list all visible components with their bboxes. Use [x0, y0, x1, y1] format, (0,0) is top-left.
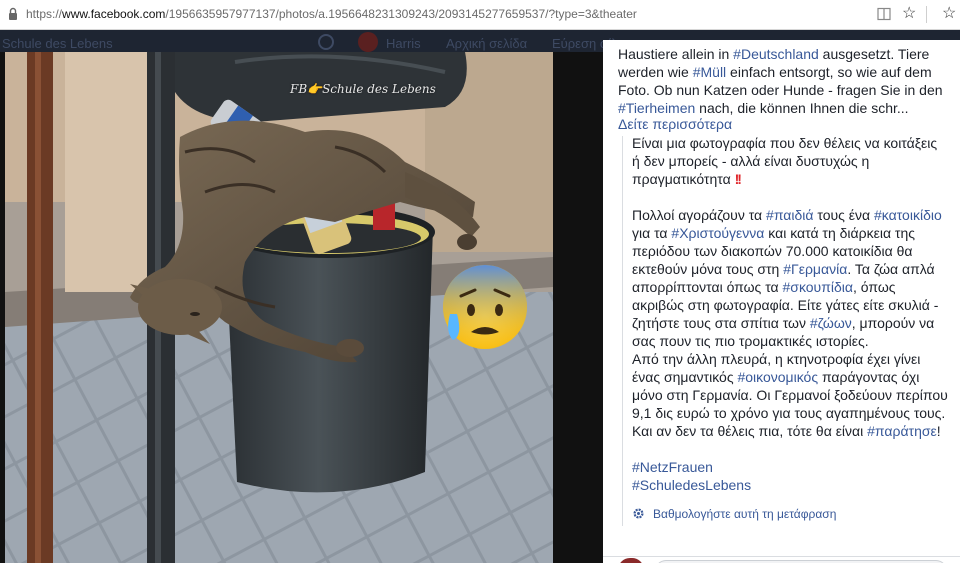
avatar: [358, 32, 378, 52]
avatar: [618, 558, 644, 563]
hashtag-link[interactable]: #Deutschland: [733, 46, 819, 62]
post-text: Πολλοί αγοράζουν τα: [632, 207, 767, 223]
gear-icon: [633, 508, 644, 519]
post-line: werden wie #Müll einfach entsorgt, so wi…: [618, 63, 953, 81]
favorites-icon[interactable]: ☆: [942, 4, 956, 24]
url-prefix: https://: [26, 7, 63, 21]
post-line: Foto. Ob nun Katzen oder Hunde - fragen …: [618, 82, 943, 98]
nav-home[interactable]: Αρχική σελίδα: [446, 36, 527, 51]
post-text: nach, die können Ihnen die schr...: [695, 100, 909, 116]
photo[interactable]: FB👉Schule des Lebens: [5, 52, 553, 563]
post-text: werden wie: [618, 64, 693, 80]
post-line: #Tierheimen nach, die können Ihnen die s…: [618, 99, 953, 117]
photo-watermark: FB👉Schule des Lebens: [290, 82, 436, 96]
rate-translation-link[interactable]: Βαθμολογήστε αυτή τη μετάφραση: [632, 507, 836, 521]
browser-address-bar: https://www.facebook.com/195663595797713…: [0, 0, 960, 30]
translation-paragraph: Και αν δεν τα θέλεις πια, τότε θα είναι …: [632, 422, 948, 440]
reader-view-icon[interactable]: [877, 7, 891, 21]
rate-translation-label: Βαθμολογήστε αυτή τη μετάφραση: [653, 507, 837, 521]
hashtag-link[interactable]: #οικονομικός: [737, 369, 818, 385]
post-text: Είναι μια φωτογραφία που δεν θέλεις να κ…: [632, 135, 938, 187]
translation-paragraph: Πολλοί αγοράζουν τα #παιδιά τους ένα #κα…: [632, 206, 948, 350]
translation-paragraph: Είναι μια φωτογραφία που δεν θέλεις να κ…: [632, 134, 948, 188]
hashtag-link[interactable]: #Γερμανία: [783, 261, 847, 277]
post-line: Haustiere allein in #Deutschland ausgese…: [618, 45, 953, 63]
see-more-link[interactable]: Δείτε περισσότερα: [618, 116, 732, 132]
hashtag-link[interactable]: #Tierheimen: [618, 100, 695, 116]
url-domain: www.facebook.com: [62, 7, 166, 21]
hashtag-link[interactable]: #ζώων: [810, 315, 852, 331]
hashtag-link[interactable]: #Χριστούγεννα: [671, 225, 764, 241]
url-path: /1956635957977137/photos/a.1956648231309…: [165, 7, 637, 21]
comment-divider: [603, 556, 960, 557]
post-info-panel: Haustiere allein in #Deutschland ausgese…: [603, 40, 960, 563]
translation-divider: [622, 136, 623, 526]
hashtag-link[interactable]: #σκουπίδια: [783, 279, 853, 295]
hashtag-link[interactable]: #NetzFrauen: [632, 458, 948, 476]
hashtag-link[interactable]: #Müll: [693, 64, 726, 80]
post-original-text: Haustiere allein in #Deutschland ausgese…: [618, 45, 953, 117]
photo-stage: FB👉Schule des Lebens: [0, 52, 603, 563]
lock-icon: [9, 7, 17, 20]
post-text: !: [936, 423, 941, 439]
nav-profile[interactable]: Harris: [386, 36, 421, 51]
hashtag-link[interactable]: #παιδιά: [766, 207, 813, 223]
photo-illustration: [5, 52, 553, 563]
post-text: Haustiere allein in: [618, 46, 734, 62]
translation-paragraph: Από την άλλη πλευρά, η κτηνοτροφία έχει …: [632, 350, 948, 422]
group-name-ghost: Schule des Lebens: [2, 36, 113, 51]
toolbar-separator: [926, 6, 927, 23]
bookmark-star-icon[interactable]: ☆: [902, 4, 916, 24]
post-text: για τα: [632, 225, 672, 241]
hashtag-link[interactable]: #SchuledesLebens: [632, 476, 948, 494]
hashtag-link[interactable]: #παράτησε: [867, 423, 937, 439]
post-text: einfach entsorgt, so wie auf dem: [726, 64, 932, 80]
translation-text: Είναι μια φωτογραφία που δεν θέλεις να κ…: [632, 134, 948, 494]
post-text: τους ένα: [813, 207, 875, 223]
double-exclamation-icon: !!: [734, 171, 742, 187]
post-text: ausgesetzt. Tiere: [818, 46, 930, 62]
hashtag-link[interactable]: #κατοικίδιο: [874, 207, 942, 223]
post-text: Και αν δεν τα θέλεις πια, τότε θα είναι: [632, 423, 868, 439]
url-field[interactable]: https://www.facebook.com/195663595797713…: [26, 7, 637, 21]
search-icon[interactable]: [318, 34, 334, 50]
